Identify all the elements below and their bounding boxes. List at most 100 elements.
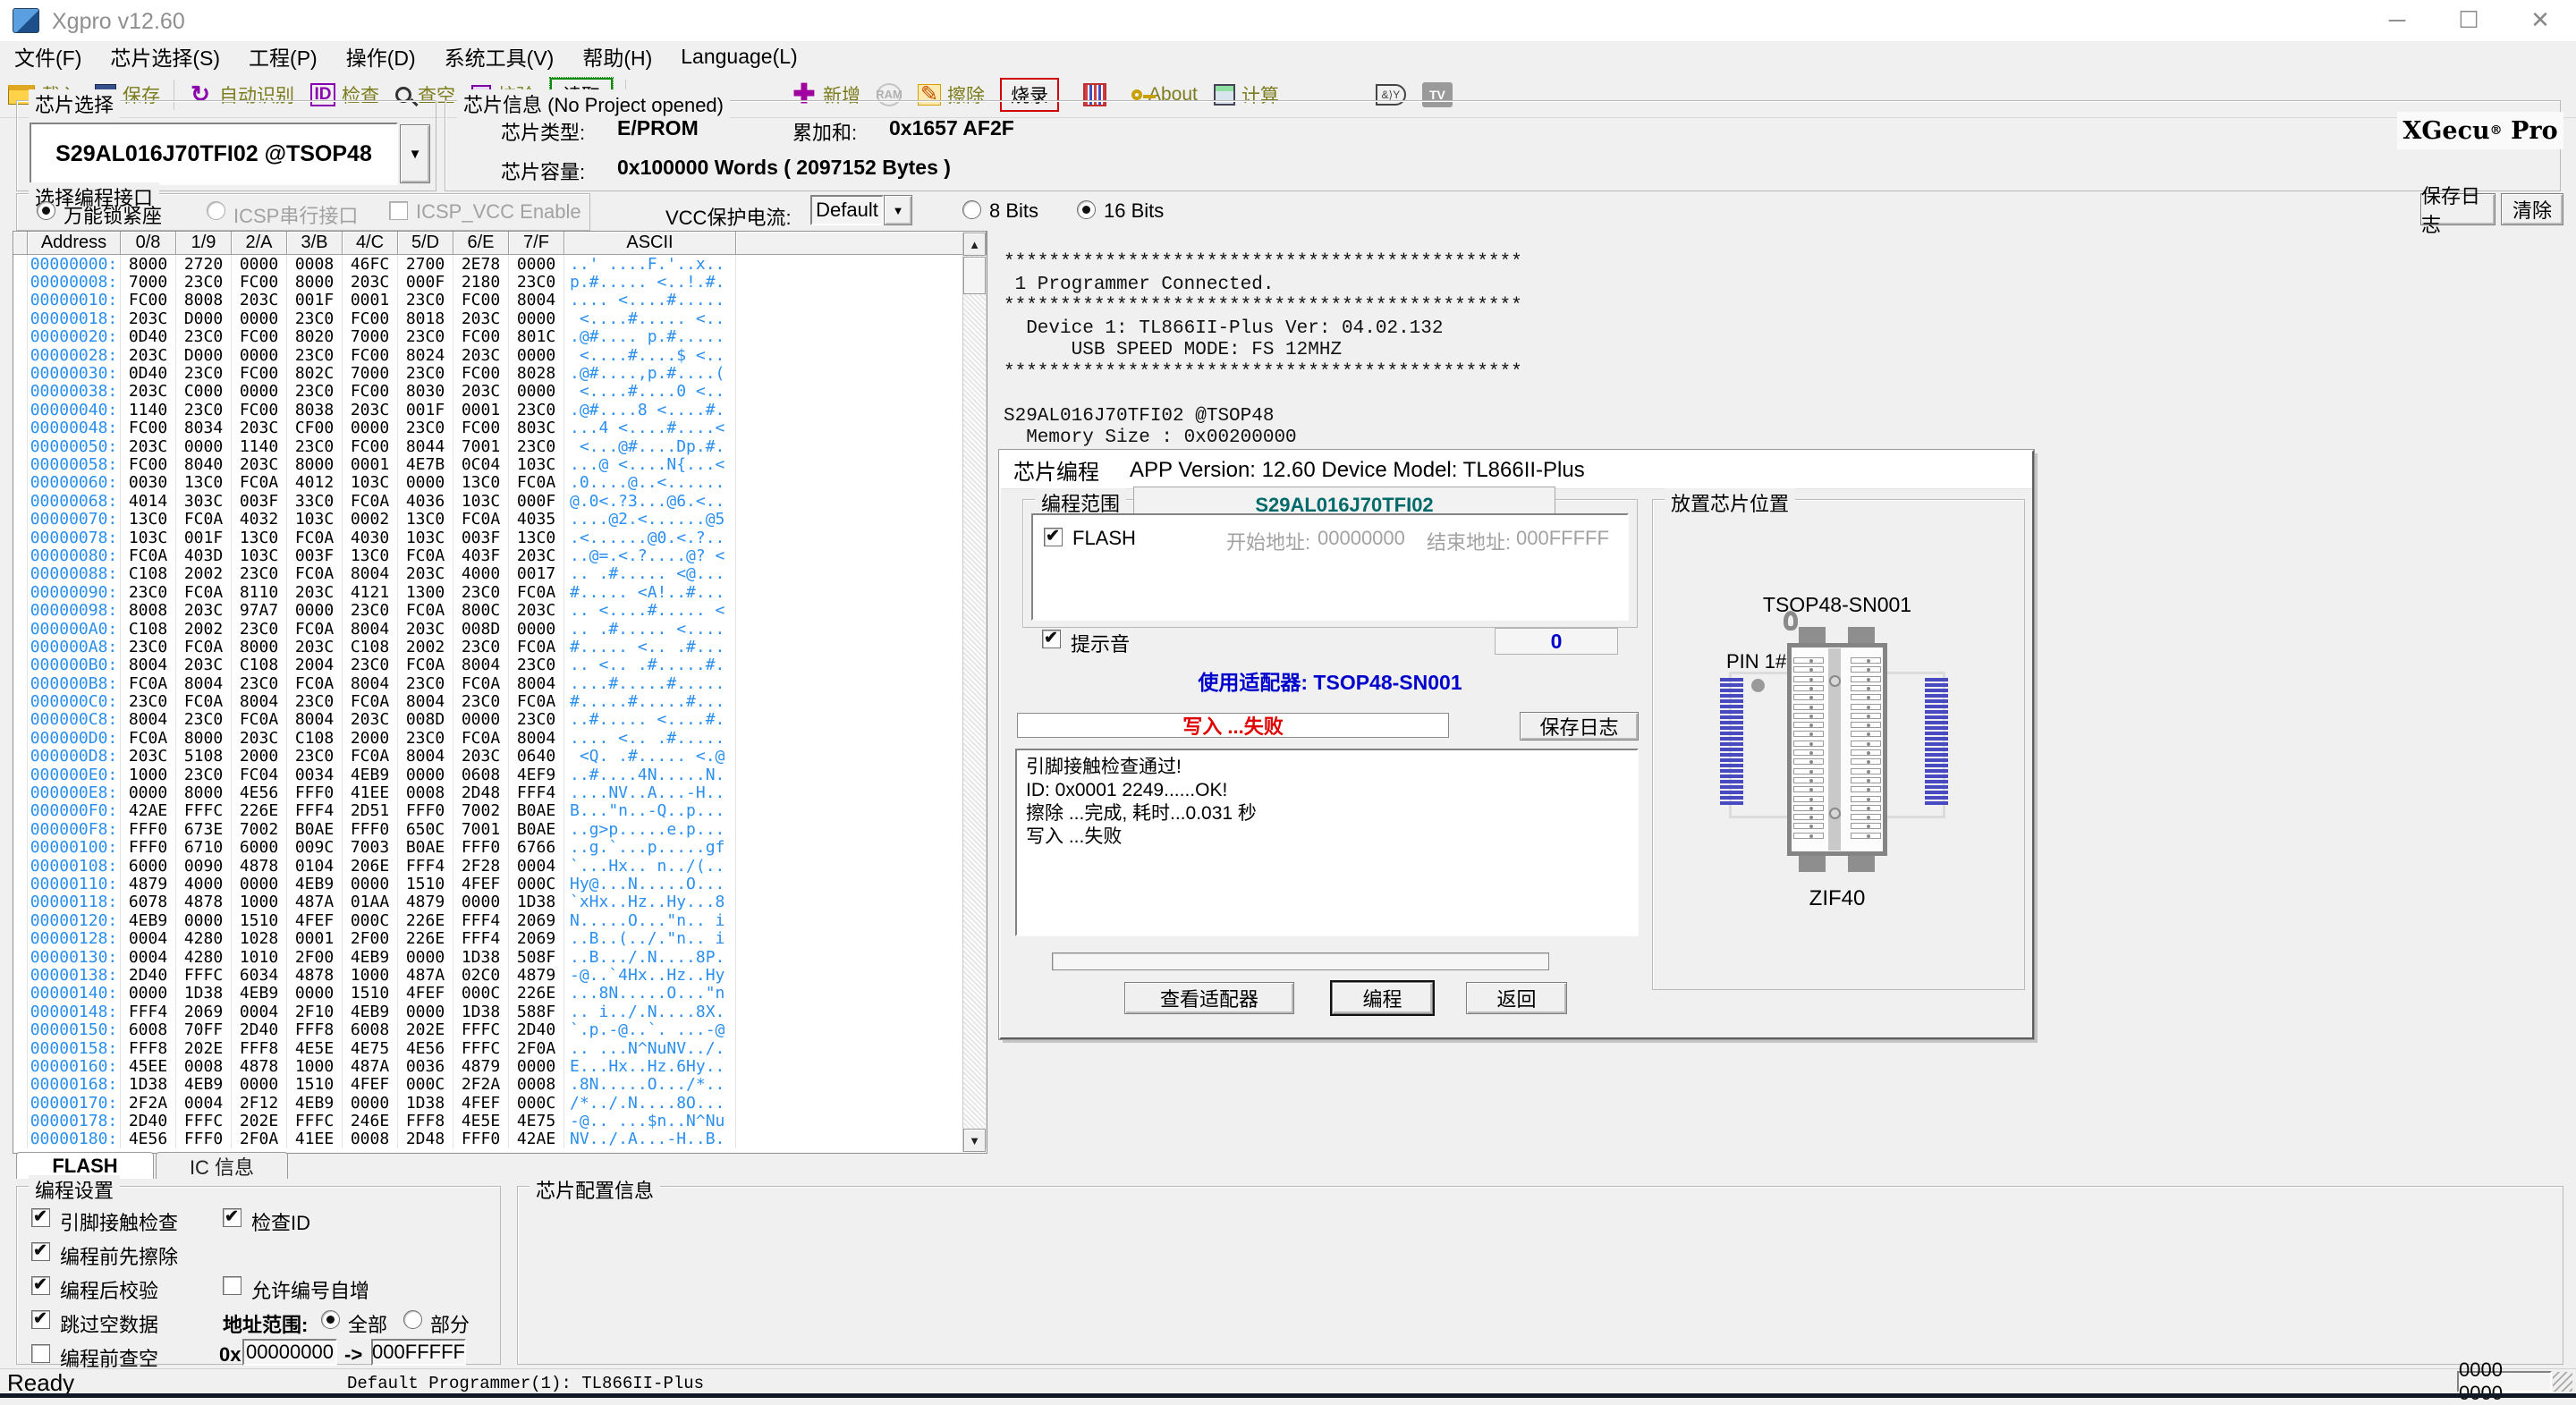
hex-cell[interactable]: FFF4: [453, 911, 509, 929]
hex-cell[interactable]: 13C0: [232, 529, 287, 546]
icsp-vcc-checkbox[interactable]: [389, 201, 408, 220]
hex-cell[interactable]: 103C: [509, 455, 564, 473]
hex-cell[interactable]: 42AE: [121, 802, 176, 820]
hex-cell[interactable]: 23C0: [287, 692, 343, 710]
hex-cell[interactable]: FC0A: [287, 674, 343, 692]
hex-cell[interactable]: 226E: [398, 911, 453, 929]
hex-cell[interactable]: 203C: [509, 546, 564, 564]
hex-cell[interactable]: 7000: [343, 364, 398, 382]
hex-cell[interactable]: 0000: [453, 711, 509, 729]
hex-cell[interactable]: C108: [232, 656, 287, 674]
hex-cell[interactable]: 8000: [232, 638, 287, 656]
hex-cell[interactable]: 23C0: [398, 292, 453, 309]
hex-col-header-Address[interactable]: Address: [28, 232, 121, 255]
hex-cell[interactable]: 226E: [398, 929, 453, 947]
hex-cell[interactable]: 0000: [287, 985, 343, 1003]
hex-cell[interactable]: 203C: [453, 309, 509, 327]
hex-cell[interactable]: 7003: [343, 839, 398, 857]
hex-cell[interactable]: 0030: [121, 474, 176, 492]
hex-cell[interactable]: 203C: [398, 565, 453, 583]
hex-cell[interactable]: 0036: [398, 1057, 453, 1075]
hex-cell[interactable]: 1D38: [121, 1076, 176, 1094]
hex-cell[interactable]: FC00: [343, 346, 398, 364]
universal-socket-radio[interactable]: [37, 201, 55, 220]
hex-cell[interactable]: 246E: [343, 1112, 398, 1130]
hex-cell[interactable]: 0001: [343, 292, 398, 309]
hex-cell[interactable]: FC0A: [176, 583, 232, 601]
menu-item[interactable]: Language(L): [666, 43, 811, 71]
hex-cell[interactable]: 203C: [121, 437, 176, 455]
hex-gutter-header[interactable]: [13, 232, 28, 255]
hex-cell[interactable]: FC00: [232, 401, 287, 419]
hex-cell[interactable]: FC0A: [509, 583, 564, 601]
hex-cell[interactable]: C108: [121, 620, 176, 638]
hex-cell[interactable]: 0640: [509, 748, 564, 766]
hex-cell[interactable]: FC00: [232, 273, 287, 291]
hex-cell[interactable]: 4EB9: [176, 1076, 232, 1094]
hex-cell[interactable]: 4012: [287, 474, 343, 492]
hex-cell[interactable]: 4036: [398, 492, 453, 510]
hex-cell[interactable]: FFF4: [287, 802, 343, 820]
hex-cell[interactable]: 1510: [343, 985, 398, 1003]
hex-cell[interactable]: 1D38: [176, 985, 232, 1003]
hex-cell[interactable]: FFF0: [453, 1130, 509, 1148]
hex-cell[interactable]: 673E: [176, 820, 232, 838]
flash-checkbox[interactable]: [1044, 528, 1063, 546]
hex-cell[interactable]: 46FC: [343, 255, 398, 273]
hex-cell[interactable]: 23C0: [287, 346, 343, 364]
hex-cell[interactable]: FC0A: [232, 711, 287, 729]
hex-cell[interactable]: 0000: [453, 893, 509, 911]
hex-cell[interactable]: 8004: [398, 692, 453, 710]
addr-to-input[interactable]: 000FFFFF: [371, 1339, 466, 1366]
check-id-checkbox[interactable]: [223, 1208, 242, 1227]
menu-item[interactable]: 工程(P): [234, 39, 332, 73]
hex-cell[interactable]: 203C: [232, 455, 287, 473]
hex-cell[interactable]: 0008: [176, 1057, 232, 1075]
hex-cell[interactable]: 4FEF: [453, 875, 509, 893]
hex-cell[interactable]: 6034: [232, 966, 287, 984]
hex-cell[interactable]: FC0A: [121, 674, 176, 692]
hex-cell[interactable]: 8004: [453, 656, 509, 674]
hex-cell[interactable]: 6766: [509, 839, 564, 857]
hex-cell[interactable]: 1D38: [509, 893, 564, 911]
hex-cell[interactable]: 001F: [287, 292, 343, 309]
hex-cell[interactable]: 4EB9: [343, 766, 398, 783]
hex-cell[interactable]: 01AA: [343, 893, 398, 911]
hex-cell[interactable]: 8024: [398, 346, 453, 364]
hex-cell[interactable]: FC00: [453, 364, 509, 382]
hex-cell[interactable]: 4000: [453, 565, 509, 583]
hex-cell[interactable]: 003F: [453, 529, 509, 546]
clear-log-button[interactable]: 清除: [2501, 193, 2563, 225]
hex-cell[interactable]: 6008: [121, 1020, 176, 1038]
hex-cell[interactable]: 001F: [176, 529, 232, 546]
hex-cell[interactable]: 23C0: [287, 309, 343, 327]
hex-cell[interactable]: 0000: [232, 1076, 287, 1094]
hex-cell[interactable]: 0000: [121, 985, 176, 1003]
hex-cell[interactable]: 8004: [343, 620, 398, 638]
hex-cell[interactable]: 0000: [509, 620, 564, 638]
hex-cell[interactable]: 203C: [232, 729, 287, 747]
scroll-down-icon[interactable]: ▼: [963, 1129, 986, 1152]
hex-cell[interactable]: 2F10: [287, 1003, 343, 1020]
hex-cell[interactable]: 4E7B: [398, 455, 453, 473]
hex-cell[interactable]: 23C0: [398, 419, 453, 437]
hex-cell[interactable]: 103C: [453, 492, 509, 510]
hex-cell[interactable]: 003F: [287, 546, 343, 564]
hex-cell[interactable]: 23C0: [287, 437, 343, 455]
hex-cell[interactable]: 4E56: [398, 1039, 453, 1057]
hex-cell[interactable]: 8018: [398, 309, 453, 327]
save-log-button-top[interactable]: 保存日志: [2420, 193, 2496, 225]
hex-cell[interactable]: 2004: [287, 656, 343, 674]
hex-cell[interactable]: 0008: [287, 255, 343, 273]
hex-cell[interactable]: 303C: [176, 492, 232, 510]
hex-cell[interactable]: 4FEF: [343, 1076, 398, 1094]
hex-cell[interactable]: 203C: [121, 748, 176, 766]
hex-cell[interactable]: 1510: [398, 875, 453, 893]
hex-cell[interactable]: 2F28: [453, 857, 509, 875]
hex-cell[interactable]: FFF8: [121, 1039, 176, 1057]
hex-cell[interactable]: 1000: [287, 1057, 343, 1075]
hex-cell[interactable]: 0002: [343, 510, 398, 528]
hex-cell[interactable]: 0000: [343, 1094, 398, 1112]
hex-cell[interactable]: 8028: [509, 364, 564, 382]
hex-cell[interactable]: 008D: [453, 620, 509, 638]
